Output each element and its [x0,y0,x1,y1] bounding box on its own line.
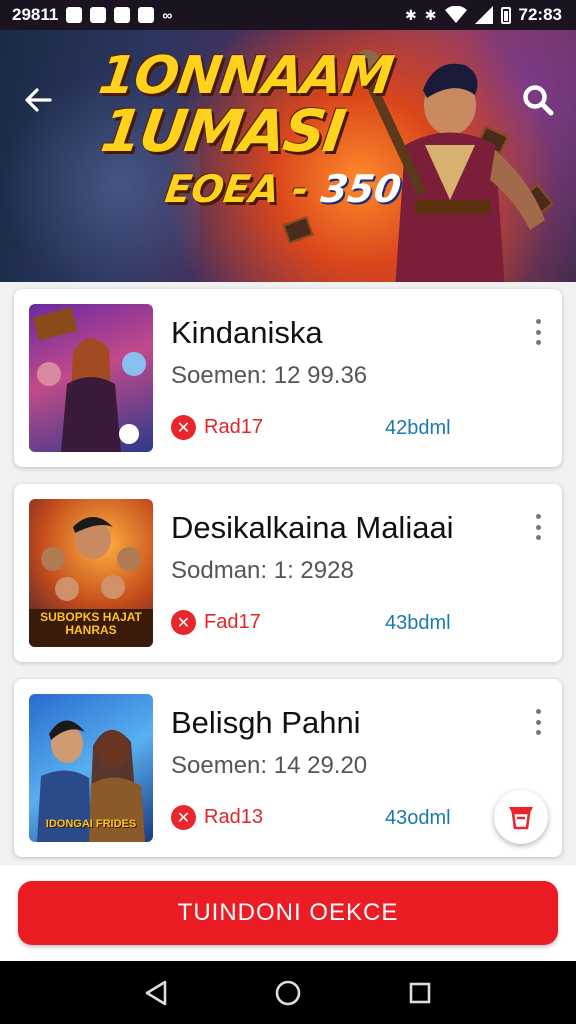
item-size: 43odml [385,807,451,829]
banner-title-line1: 1ONNAAM [95,46,397,106]
list-item[interactable]: Kindaniska Soemen: 12 99.36 ✕ Rad17 42bdm… [14,289,562,467]
cart-icon [509,807,533,830]
item-size: 43bdml [385,612,451,634]
item-tag-label: Fad17 [204,611,261,633]
search-button[interactable] [518,80,558,120]
item-tag: ✕ Fad17 [171,610,261,635]
item-meta: Soemen: 14 29.20 [171,752,368,779]
status-right: ✱ ✱ 72:83 [405,5,562,25]
nav-back-button[interactable] [136,973,176,1013]
nav-recents-icon [409,982,431,1003]
item-meta: Soemen: 12 99.36 [171,362,368,389]
more-vert-icon[interactable] [528,317,548,347]
image-icon [90,7,107,23]
thumbnail-caption: IDONGAI FRIDES [45,818,137,830]
item-tag-label: Rad13 [204,806,263,828]
close-circle-icon: ✕ [171,415,196,440]
item-name: Belisgh Pahni [171,705,361,740]
thumbnail-art [32,307,146,452]
more-vert-icon[interactable] [528,512,548,542]
status-left-text: 29811 [12,5,59,24]
primary-action-button[interactable]: TUINDONI OEKCE [18,881,558,945]
infinity-icon: ∞ [162,7,173,23]
status-time: 72:83 [518,5,562,24]
status-left: 29811 ∞ [12,5,172,25]
bluetooth-icon: ✱ [424,6,437,23]
game-thumbnail[interactable]: SUBOPKS HAJAT HANRAS [29,499,153,647]
game-thumbnail[interactable] [29,304,153,452]
nav-home-button[interactable] [268,973,308,1013]
arrow-left-icon [25,88,52,112]
item-tag-label: Rad17 [204,416,263,438]
notification-icon [138,7,155,23]
game-thumbnail[interactable]: IDONGAI FRIDES [29,694,153,842]
item-tag: ✕ Rad17 [171,415,263,440]
item-tag: ✕ Rad13 [171,805,263,830]
nav-back-icon [145,980,167,1005]
banner-title-number: 350 [318,167,404,211]
item-meta: Sodman: 1: 2928 [171,557,354,584]
banner-title-line3: EOEA - 350 [162,167,404,211]
search-icon [523,85,554,116]
banner-title-line2: 1UMASI [96,97,348,165]
bluetooth-icon: ✱ [405,6,417,23]
hero-banner: 1ONNAAM 1UMASI EOEA - 350 [0,30,576,282]
more-vert-icon[interactable] [528,707,548,737]
banner-debris [282,216,314,244]
banner-title-art: 1ONNAAM 1UMASI EOEA - 350 [81,46,420,211]
list-item[interactable]: SUBOPKS HAJAT HANRAS Desikalkaina Maliaa… [14,484,562,662]
nav-recents-button[interactable] [400,973,440,1013]
battery-icon [500,6,511,24]
close-circle-icon: ✕ [171,805,196,830]
wifi-icon [444,6,467,23]
game-list: Kindaniska Soemen: 12 99.36 ✕ Rad17 42bdm… [14,289,562,874]
item-name: Desikalkaina Maliaai [171,510,454,545]
system-nav-bar [0,961,576,1024]
list-item[interactable]: IDONGAI FRIDES Belisgh Pahni Soemen: 14 … [14,679,562,857]
back-button[interactable] [18,82,58,118]
item-size: 42bdml [385,417,451,439]
banner-title-line3-prefix: EOEA - [162,167,312,211]
close-circle-icon: ✕ [171,610,196,635]
signal-icon [474,6,493,24]
cart-button[interactable] [494,790,548,844]
thumbnail-caption: SUBOPKS HAJAT HANRAS [40,610,142,637]
sim-icon [66,7,83,23]
photo-icon [114,7,131,23]
nav-home-icon [275,980,301,1005]
status-bar: 29811 ∞ ✱ ✱ 72:83 [0,0,576,30]
item-name: Kindaniska [171,315,323,350]
